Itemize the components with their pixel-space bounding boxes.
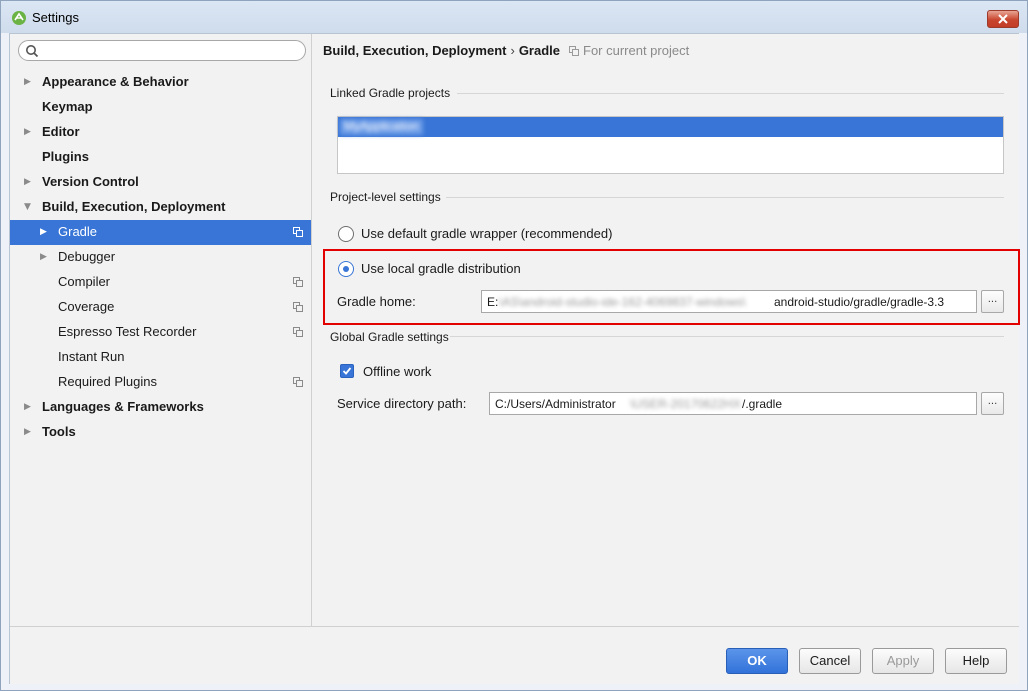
service-path-redacted: \USER-20170622HX (630, 397, 741, 411)
scope-indicator: For current project (569, 43, 689, 58)
linked-projects-heading: Linked Gradle projects (330, 86, 451, 100)
gradle-home-suffix: android-studio/gradle/gradle-3.3 (774, 295, 945, 309)
sidebar-item-label: Version Control (42, 174, 139, 189)
sidebar-item-tools[interactable]: ▶ Tools (10, 420, 311, 445)
expand-arrow-icon[interactable]: ▶ (40, 252, 50, 262)
service-path-prefix: C:/Users/Administrator (495, 397, 616, 411)
service-directory-label: Service directory path: (337, 396, 467, 411)
global-settings-heading: Global Gradle settings (330, 330, 449, 344)
settings-window: Settings ▶ Appearance & Behavior Keymap (0, 0, 1028, 691)
close-icon (998, 14, 1008, 24)
collapse-arrow-icon[interactable]: ▼ (24, 202, 34, 212)
list-item[interactable]: MyApplication (338, 117, 1003, 137)
breadcrumb-parent: Build, Execution, Deployment (323, 43, 507, 58)
service-directory-browse-button[interactable]: ... (981, 392, 1004, 415)
settings-sidebar: ▶ Appearance & Behavior Keymap ▶ Editor … (10, 34, 312, 626)
sidebar-item-label: Editor (42, 124, 80, 139)
sidebar-item-label: Coverage (58, 299, 115, 314)
linked-projects-list[interactable]: MyApplication (337, 116, 1004, 174)
expand-arrow-icon[interactable]: ▶ (24, 127, 34, 137)
project-scope-icon (569, 46, 579, 56)
dialog-body: ▶ Appearance & Behavior Keymap ▶ Editor … (9, 33, 1020, 684)
gradle-home-redacted: \AS\android-studio-ide-162-4069837-windo… (499, 295, 746, 309)
search-icon (26, 45, 39, 58)
sidebar-item-label: Gradle (58, 224, 98, 239)
offline-work-checkbox[interactable] (340, 364, 354, 378)
title-bar: Settings (1, 1, 1027, 33)
sidebar-item-languages-frameworks[interactable]: ▶ Languages & Frameworks (10, 395, 311, 420)
android-studio-icon (12, 11, 26, 25)
sidebar-item-gradle[interactable]: ▶ Gradle (10, 220, 311, 245)
project-scope-icon (293, 327, 303, 337)
project-scope-icon (293, 302, 303, 312)
gradle-home-prefix: E: (487, 295, 499, 309)
project-scope-icon (293, 277, 303, 287)
gradle-home-field[interactable]: E: \AS\android-studio-ide-162-4069837-wi… (481, 290, 977, 313)
close-button[interactable] (987, 10, 1019, 28)
sidebar-item-compiler[interactable]: Compiler (10, 270, 311, 295)
sidebar-item-version-control[interactable]: ▶ Version Control (10, 170, 311, 195)
default-wrapper-label: Use default gradle wrapper (recommended) (361, 226, 613, 241)
offline-work-label: Offline work (363, 364, 432, 379)
linked-project-name: MyApplication (340, 119, 423, 135)
gradle-home-browse-button[interactable]: ... (981, 290, 1004, 313)
sidebar-item-label: Espresso Test Recorder (58, 324, 197, 339)
local-distribution-radio[interactable] (338, 261, 354, 277)
expand-arrow-icon[interactable]: ▶ (24, 427, 34, 437)
ok-button[interactable]: OK (726, 648, 788, 674)
sidebar-item-keymap[interactable]: Keymap (10, 95, 311, 120)
sidebar-item-label: Instant Run (58, 349, 125, 364)
section-divider (457, 93, 1004, 94)
service-directory-field[interactable]: C:/Users/Administrator \USER-20170622HX … (489, 392, 977, 415)
section-divider (450, 336, 1004, 337)
scope-label: For current project (583, 43, 690, 58)
sidebar-item-label: Compiler (58, 274, 111, 289)
breadcrumb-separator: › (510, 43, 515, 58)
help-button[interactable]: Help (945, 648, 1007, 674)
expand-arrow-icon[interactable]: ▶ (24, 77, 34, 87)
sidebar-item-espresso-test-recorder[interactable]: Espresso Test Recorder (10, 320, 311, 345)
sidebar-item-build-execution-deployment[interactable]: ▼ Build, Execution, Deployment (10, 195, 311, 220)
sidebar-item-label: Required Plugins (58, 374, 158, 389)
project-scope-icon (293, 227, 303, 237)
sidebar-item-plugins[interactable]: Plugins (10, 145, 311, 170)
cancel-button[interactable]: Cancel (799, 648, 861, 674)
project-level-heading: Project-level settings (330, 190, 441, 204)
sidebar-item-coverage[interactable]: Coverage (10, 295, 311, 320)
checkmark-icon (342, 367, 352, 375)
expand-arrow-icon[interactable]: ▶ (24, 402, 34, 412)
gradle-home-label: Gradle home: (337, 294, 416, 309)
window-title: Settings (32, 10, 79, 25)
search-input[interactable] (18, 40, 306, 61)
sidebar-item-label: Build, Execution, Deployment (42, 199, 226, 214)
sidebar-item-appearance-behavior[interactable]: ▶ Appearance & Behavior (10, 70, 311, 95)
sidebar-item-instant-run[interactable]: Instant Run (10, 345, 311, 370)
expand-arrow-icon[interactable]: ▶ (40, 227, 50, 237)
project-scope-icon (293, 377, 303, 387)
local-distribution-label: Use local gradle distribution (361, 261, 521, 276)
sidebar-item-label: Plugins (42, 149, 89, 164)
section-divider (446, 197, 1004, 198)
sidebar-item-editor[interactable]: ▶ Editor (10, 120, 311, 145)
service-path-suffix: /.gradle (742, 397, 783, 411)
breadcrumb-current: Gradle (518, 43, 560, 58)
sidebar-item-required-plugins[interactable]: Required Plugins (10, 370, 311, 395)
default-wrapper-radio[interactable] (338, 226, 354, 242)
sidebar-item-debugger[interactable]: ▶ Debugger (10, 245, 311, 270)
sidebar-item-label: Tools (42, 424, 76, 439)
sidebar-item-label: Appearance & Behavior (42, 74, 189, 89)
expand-arrow-icon[interactable]: ▶ (24, 177, 34, 187)
apply-button[interactable]: Apply (872, 648, 934, 674)
dialog-footer: OK Cancel Apply Help (10, 626, 1019, 684)
breadcrumb: Build, Execution, Deployment › Gradle (323, 43, 560, 58)
gradle-settings-panel: Build, Execution, Deployment › Gradle For … (313, 34, 1020, 626)
sidebar-item-label: Languages & Frameworks (42, 399, 204, 414)
sidebar-item-label: Debugger (58, 249, 116, 264)
sidebar-item-label: Keymap (42, 99, 93, 114)
